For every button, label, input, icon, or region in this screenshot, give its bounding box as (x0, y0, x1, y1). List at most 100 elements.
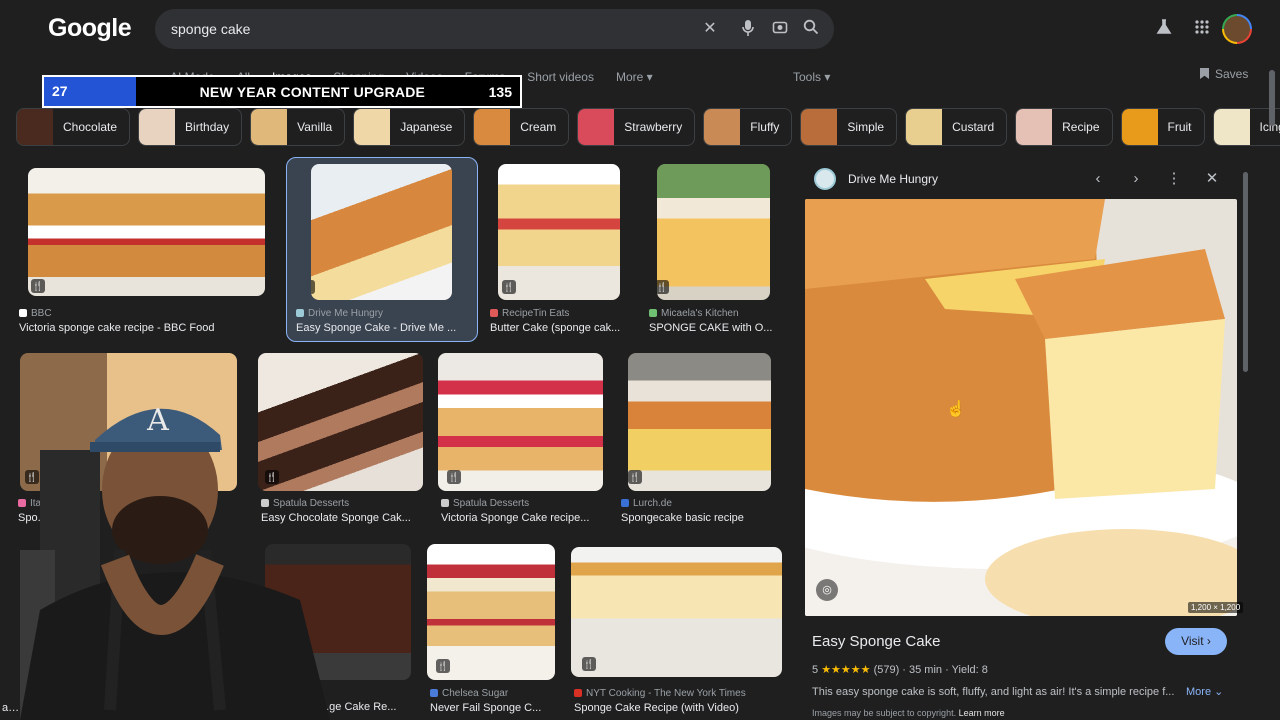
chip-label: Simple (847, 120, 885, 134)
favicon-icon (649, 309, 657, 317)
chip-label: Custard (952, 120, 995, 134)
chip-birthday[interactable]: Birthday (138, 108, 243, 146)
recipe-icon: 🍴 (502, 280, 516, 294)
panel-site-name[interactable]: Drive Me Hungry (848, 172, 938, 186)
chip-thumbnail (1016, 109, 1053, 145)
recipe-icon: 🍴 (582, 657, 596, 671)
close-icon[interactable]: ✕ (1201, 168, 1223, 190)
page-scrollbar[interactable] (1269, 70, 1275, 126)
result-source: Lurch.de (621, 498, 672, 509)
result-image[interactable]: 🍴 (628, 353, 771, 491)
chip-thumbnail (17, 109, 53, 145)
chevron-left-icon[interactable]: ‹ (1087, 168, 1109, 190)
chip-label: Fluffy (750, 120, 780, 134)
recipe-icon: 🍴 (436, 659, 450, 673)
more-button[interactable]: More ⌄ (1186, 685, 1223, 698)
favicon-icon (490, 309, 498, 317)
chip-label: Japanese (400, 120, 453, 134)
chip-thumbnail (578, 109, 615, 145)
close-icon[interactable]: ✕ (700, 19, 720, 39)
chip-label: Fruit (1167, 120, 1192, 134)
result-title[interactable]: Butter Cake (sponge cak... (490, 322, 628, 334)
account-avatar[interactable] (1222, 14, 1252, 44)
chip-japanese[interactable]: Japanese (353, 108, 466, 146)
result-title[interactable]: Easy Sponge Cake - Drive Me ... (296, 322, 471, 334)
chip-cream[interactable]: Cream (473, 108, 570, 146)
recipe-icon: 🍴 (311, 280, 315, 294)
banner-title: NEW YEAR CONTENT UPGRADE (199, 83, 426, 100)
stream-banner: 27 NEW YEAR CONTENT UPGRADE 135 (42, 75, 522, 108)
panel-title[interactable]: Easy Sponge Cake (812, 633, 940, 650)
result-image[interactable]: 🍴 (427, 544, 555, 680)
chip-thumbnail (704, 109, 741, 145)
grid-icon[interactable] (1190, 18, 1214, 42)
favicon-icon (19, 309, 27, 317)
chip-label: Strawberry (624, 120, 683, 134)
chip-chocolate[interactable]: Chocolate (16, 108, 131, 146)
chip-label: Vanilla (297, 120, 333, 134)
search-bar[interactable]: sponge cake ✕ (155, 9, 834, 49)
recipe-meta: 5 ★★★★★ (579) · 35 min · Yield: 8 (812, 663, 988, 676)
result-title[interactable]: Spongecake basic recipe (621, 512, 781, 524)
more-vert-icon[interactable]: ⋮ (1163, 168, 1185, 190)
result-image[interactable]: 🍴 (571, 547, 782, 677)
result-source: Micaela's Kitchen (649, 308, 739, 319)
refinement-chips: Chocolate Birthday Vanilla Japanese Crea… (16, 108, 1280, 146)
chip-vanilla[interactable]: Vanilla (250, 108, 346, 146)
chip-fruit[interactable]: Fruit (1120, 108, 1205, 146)
search-icon[interactable] (801, 19, 821, 39)
result-source: Drive Me Hungry (296, 308, 383, 319)
result-image[interactable]: 🍴 (657, 164, 770, 300)
panel-scrollbar[interactable] (1243, 172, 1248, 372)
chip-strawberry[interactable]: Strawberry (577, 108, 696, 146)
tab-more[interactable]: More ▾ (616, 70, 653, 84)
mic-icon[interactable] (738, 19, 758, 39)
favicon-icon (296, 309, 304, 317)
rating-value: 5 (812, 664, 819, 676)
favicon-icon (430, 689, 438, 697)
result-image[interactable]: 🍴 (28, 168, 265, 296)
google-logo[interactable]: Google (48, 14, 132, 43)
result-source: Chelsea Sugar (430, 688, 508, 699)
result-title[interactable]: Sponge Cake Recipe (with Video) (574, 702, 784, 714)
result-source: BBC (19, 308, 52, 319)
recipe-meta-rest: (579) · 35 min · Yield: 8 (873, 664, 988, 676)
result-title[interactable]: Victoria Sponge Cake recipe... (441, 512, 606, 524)
saves-button[interactable]: Saves (1200, 67, 1248, 81)
visit-button[interactable]: Visit › (1165, 628, 1227, 655)
copyright-text: Images may be subject to copyright. (812, 708, 957, 718)
search-input[interactable]: sponge cake (171, 21, 250, 37)
tools-button[interactable]: Tools ▾ (793, 70, 830, 84)
copyright-notice: Images may be subject to copyright. Lear… (812, 708, 1005, 718)
chip-thumbnail (139, 109, 176, 145)
chip-fluffy[interactable]: Fluffy (703, 108, 793, 146)
preview-image[interactable] (805, 199, 1237, 616)
result-title[interactable]: Victoria sponge cake recipe - BBC Food (19, 322, 269, 334)
recipe-icon: 🍴 (657, 280, 669, 294)
site-favicon (814, 168, 836, 190)
flask-icon[interactable] (1152, 18, 1176, 42)
mouse-cursor-icon: ☝ (946, 401, 966, 418)
chip-recipe[interactable]: Recipe (1015, 108, 1113, 146)
chip-thumbnail (251, 109, 288, 145)
learn-more-link[interactable]: Learn more (959, 708, 1005, 718)
result-source: RecipeTin Eats (490, 308, 569, 319)
camera-icon[interactable] (770, 19, 790, 39)
result-image[interactable]: 🍴 (438, 353, 603, 491)
chevron-right-icon[interactable]: › (1125, 168, 1147, 190)
result-title[interactable]: SPONGE CAKE with O... (649, 322, 779, 334)
chip-thumbnail (354, 109, 391, 145)
result-image[interactable]: 🍴 (498, 164, 620, 300)
tab-short-videos[interactable]: Short videos (527, 70, 594, 84)
star-rating-icon: ★★★★★ (821, 664, 871, 676)
streamer-figure: A (20, 403, 330, 720)
lens-icon[interactable]: ◎ (816, 579, 838, 601)
chip-simple[interactable]: Simple (800, 108, 898, 146)
svg-text:A: A (146, 403, 169, 438)
result-image[interactable]: 🍴 (311, 164, 452, 300)
result-title[interactable]: Never Fail Sponge C... (430, 702, 555, 714)
favicon-icon (621, 499, 629, 507)
chip-custard[interactable]: Custard (905, 108, 1008, 146)
banner-right-number: 135 (488, 83, 512, 100)
chip-label: Birthday (185, 120, 230, 134)
